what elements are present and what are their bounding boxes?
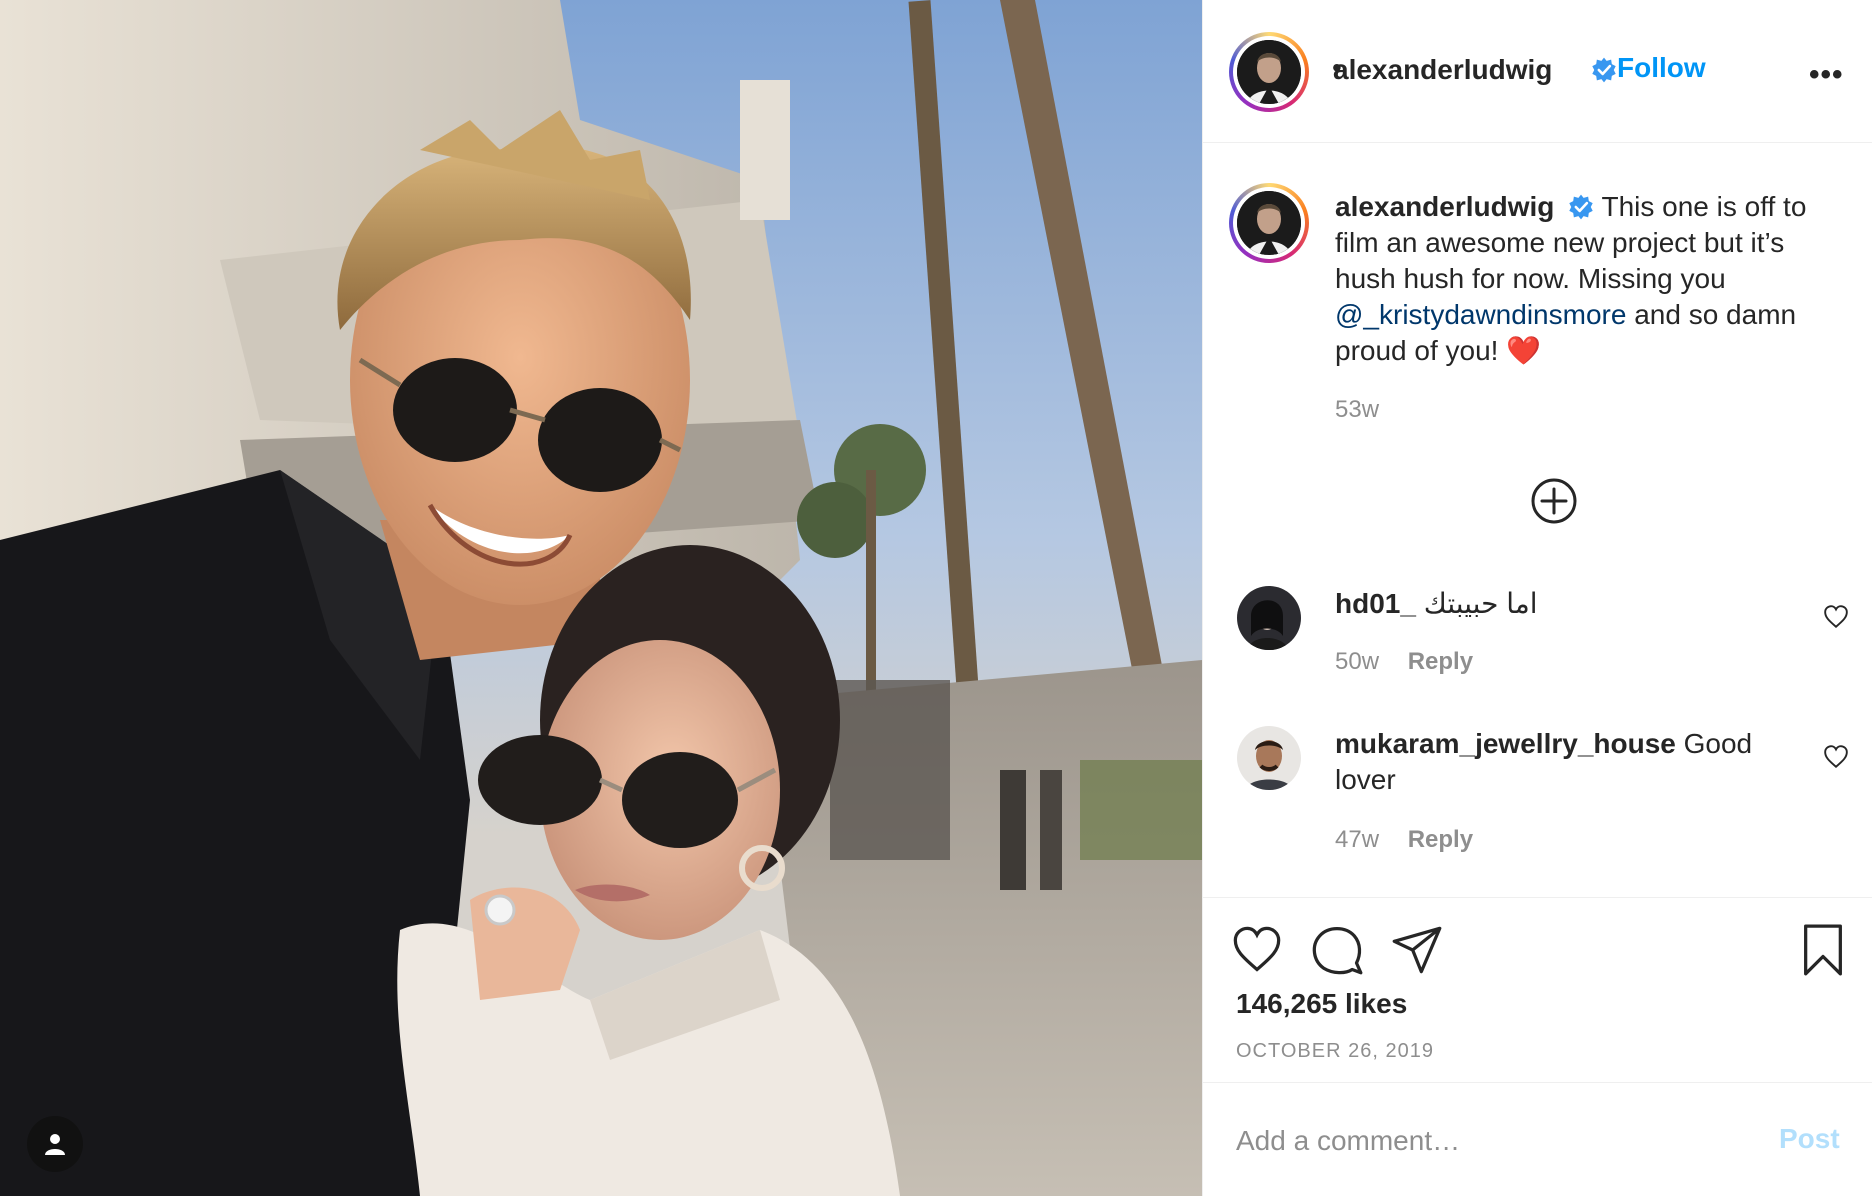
- reply-button[interactable]: Reply: [1408, 826, 1473, 853]
- comment-meta: 50w Reply: [1335, 648, 1473, 676]
- comment-timestamp[interactable]: 50w: [1335, 648, 1379, 675]
- commenter-avatar[interactable]: [1237, 726, 1301, 790]
- commenter-username[interactable]: hd01_: [1335, 588, 1416, 619]
- user-icon: [45, 1134, 65, 1155]
- author-avatar[interactable]: [1229, 32, 1309, 112]
- reply-button[interactable]: Reply: [1408, 648, 1473, 675]
- caption-timestamp[interactable]: 53w: [1335, 396, 1379, 424]
- likes-count[interactable]: 146,265 likes: [1236, 988, 1407, 1020]
- caption-author-avatar[interactable]: [1229, 183, 1309, 263]
- post-side-panel: alexanderludwig • Follow ••• alexanderlu…: [1202, 0, 1872, 1196]
- heart-icon[interactable]: [1823, 604, 1849, 630]
- bookmark-icon[interactable]: [1797, 924, 1849, 976]
- verified-badge-icon: [1569, 194, 1593, 220]
- heart-icon[interactable]: [1823, 744, 1849, 770]
- post-image: [0, 0, 1202, 1196]
- commenter-avatar[interactable]: [1237, 586, 1301, 650]
- heart-icon[interactable]: [1231, 924, 1283, 976]
- post-date[interactable]: OCTOBER 26, 2019: [1236, 1040, 1434, 1063]
- red-heart-emoji: ❤️: [1506, 335, 1542, 366]
- plus-circle-icon[interactable]: [1530, 477, 1578, 525]
- follow-button[interactable]: Follow: [1617, 52, 1706, 84]
- author-username[interactable]: alexanderludwig: [1333, 54, 1552, 86]
- caption-username[interactable]: alexanderludwig: [1335, 191, 1554, 222]
- comment-bubble-icon[interactable]: [1311, 924, 1363, 976]
- add-comment-bar: Post: [1203, 1083, 1872, 1196]
- separator-dot: •: [1332, 52, 1342, 83]
- post-actions: 146,265 likes OCTOBER 26, 2019: [1203, 897, 1872, 1083]
- comment-timestamp[interactable]: 47w: [1335, 826, 1379, 853]
- post-header: alexanderludwig • Follow •••: [1203, 0, 1872, 143]
- commenter-username[interactable]: mukaram_jewellry_house: [1335, 728, 1676, 759]
- paper-plane-icon[interactable]: [1391, 924, 1443, 976]
- more-options-icon[interactable]: •••: [1809, 58, 1844, 92]
- comment-input[interactable]: [1236, 1119, 1716, 1163]
- comment-body: اما حبيبتك: [1423, 588, 1538, 619]
- comment-text: mukaram_jewellry_house Good lover: [1335, 726, 1795, 798]
- comment-text: hd01_ اما حبيبتك: [1335, 586, 1795, 622]
- verified-badge-icon: [1592, 57, 1616, 83]
- post-comment-button[interactable]: Post: [1779, 1123, 1840, 1155]
- comment-meta: 47w Reply: [1335, 826, 1473, 854]
- post-photo[interactable]: [0, 0, 1202, 1196]
- caption-text: alexanderludwig This one is off to film …: [1335, 189, 1835, 369]
- user-tag-button[interactable]: [27, 1116, 83, 1172]
- caption-mention-link[interactable]: @_kristydawndinsmore: [1335, 299, 1626, 330]
